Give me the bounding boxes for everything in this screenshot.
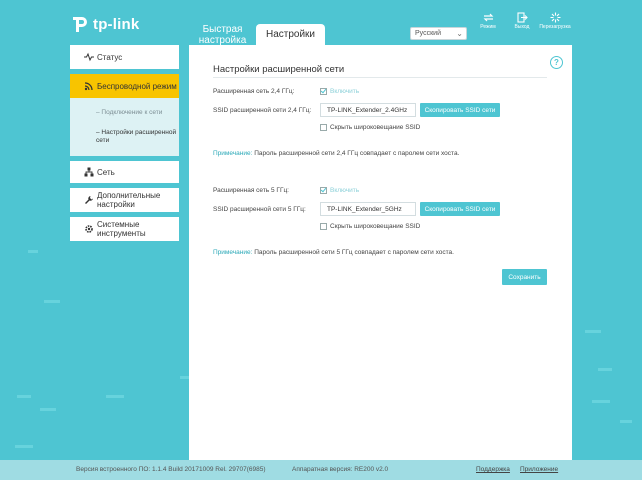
gear-icon [85,225,93,233]
sidebar-item-label: Беспроводной режим [97,81,177,91]
band5-ssid-value: TP-LINK_Extender_5GHz [327,205,402,213]
tp-link-logo-icon [69,14,89,34]
band5-copy-ssid-button[interactable]: Скопировать SSID сети [420,202,500,216]
wrench-icon [85,196,93,204]
band5-enable-checkbox[interactable]: Включить [320,187,359,194]
logout-label: Выход [514,24,530,30]
page-title: Настройки расширенной сети [213,64,345,75]
band5-enable-label: Включить [330,187,360,194]
reboot-button[interactable]: Перезагрузка [538,12,572,30]
band24-enable-label: Включить [330,88,360,95]
submenu-item-extended-network[interactable]: – Настройки расширенной сети [96,129,179,144]
tab-settings[interactable]: Настройки [256,24,325,45]
chevron-down-icon: ⌄ [456,29,463,38]
band5-ssid-label: SSID расширенной сети 5 ГГц: [213,206,306,213]
reboot-label: Перезагрузка [539,24,571,30]
band24-label: Расширенная сеть 2,4 ГГц: [213,88,295,95]
tab-quick-setup[interactable]: Быстрая настройка [193,24,252,46]
hardware-version: Аппаратная версия: RE200 v2.0 [292,466,389,473]
note-text: Пароль расширенной сети 5 ГГц совпадает … [254,249,454,256]
network-icon [84,167,94,177]
pulse-icon [84,52,94,62]
wireless-submenu: – Подключение к сети – Настройки расшире… [70,98,179,156]
checkbox-checked-icon [320,187,327,194]
band24-ssid-label: SSID расширенной сети 2,4 ГГц: [213,107,312,114]
band5-note: Примечание: Пароль расширенной сети 5 ГГ… [213,249,454,256]
wifi-icon [84,82,93,91]
mode-label: Режим [480,24,496,30]
language-select[interactable]: Русский ⌄ [410,27,467,40]
band5-label: Расширенная сеть 5 ГГц: [213,187,289,194]
support-link[interactable]: Поддержка [476,466,510,473]
title-divider [213,77,547,78]
sidebar-item-advanced[interactable]: Дополнительные настройки [70,188,179,212]
reboot-icon [550,12,560,23]
app-link[interactable]: Приложение [520,466,558,473]
band24-enable-checkbox[interactable]: Включить [320,88,359,95]
note-key: Примечание: [213,150,253,157]
band24-ssid-value: TP-LINK_Extender_2.4GHz [327,106,408,114]
sidebar-item-label: Системные инструменты [97,220,146,238]
language-value: Русский [415,30,441,37]
firmware-version: Версия встроенного ПО: 1.1.4 Build 20171… [76,466,266,473]
note-text: Пароль расширенной сети 2,4 ГГц совпадае… [254,150,460,157]
checkbox-unchecked-icon [320,223,327,230]
sidebar-item-label: Дополнительные настройки [97,191,161,209]
band24-ssid-input[interactable]: TP-LINK_Extender_2.4GHz [320,103,416,117]
band24-hide-ssid-checkbox[interactable]: Скрыть широковещание SSID [320,124,420,131]
tp-link-logo: tp-link [69,14,139,34]
help-icon[interactable]: ? [550,56,563,69]
band5-hide-ssid-checkbox[interactable]: Скрыть широковещание SSID [320,223,420,230]
mode-icon [483,13,493,22]
band24-hide-label: Скрыть широковещание SSID [330,124,421,131]
logout-icon [516,12,528,23]
save-button[interactable]: Сохранить [502,269,547,285]
logo-text: tp-link [93,15,140,33]
sidebar-item-wireless[interactable]: Беспроводной режим [70,74,179,98]
sidebar-item-label: Сеть [97,167,115,177]
sidebar-item-label: Статус [97,52,123,62]
sidebar-item-system-tools[interactable]: Системные инструменты [70,217,179,241]
band24-copy-ssid-button[interactable]: Скопировать SSID сети [420,103,500,117]
submenu-label: Подключение к сети [101,109,163,116]
note-key: Примечание: [213,249,253,256]
sidebar-item-status[interactable]: Статус [70,45,179,69]
logout-button[interactable]: Выход [505,12,539,30]
band24-note: Примечание: Пароль расширенной сети 2,4 … [213,150,459,157]
submenu-item-connection[interactable]: – Подключение к сети [96,109,162,117]
checkbox-checked-icon [320,88,327,95]
band5-hide-label: Скрыть широковещание SSID [330,223,421,230]
mode-button[interactable]: Режим [471,12,505,30]
band5-ssid-input[interactable]: TP-LINK_Extender_5GHz [320,202,416,216]
sidebar-item-network[interactable]: Сеть [70,161,179,183]
submenu-label: Настройки расширенной сети [96,129,177,144]
footer: Версия встроенного ПО: 1.1.4 Build 20171… [0,460,642,480]
checkbox-unchecked-icon [320,124,327,131]
